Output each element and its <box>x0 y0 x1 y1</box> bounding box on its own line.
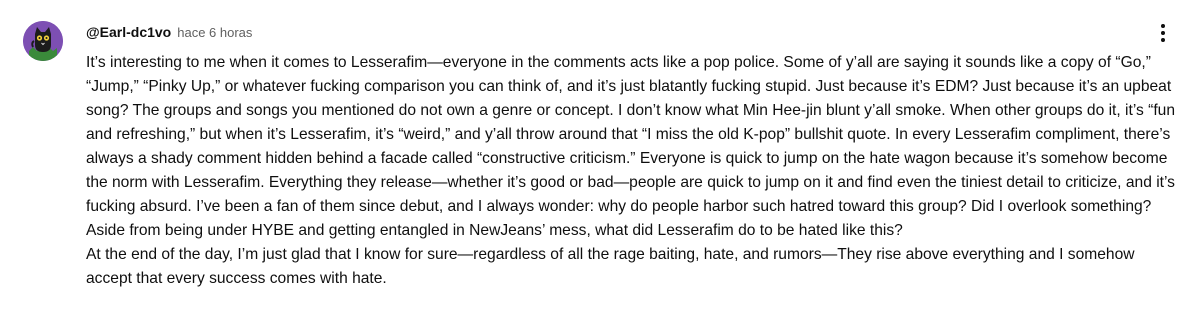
author-name[interactable]: @Earl-dc1vo <box>86 24 171 40</box>
avatar-cat-icon <box>23 21 63 61</box>
comment-paragraph: It’s interesting to me when it comes to … <box>86 54 1180 239</box>
comment-thread: @Earl-dc1vo hace 6 horas It’s interestin… <box>0 0 1200 324</box>
comment-timestamp[interactable]: hace 6 horas <box>177 25 252 40</box>
comment-body: It’s interesting to me when it comes to … <box>86 51 1176 291</box>
comment-header: @Earl-dc1vo hace 6 horas <box>86 24 252 44</box>
comment-paragraph: At the end of the day, I’m just glad tha… <box>86 246 1139 287</box>
avatar[interactable] <box>23 21 63 61</box>
more-vertical-icon <box>1161 24 1165 42</box>
comment-menu-button[interactable] <box>1148 18 1178 48</box>
